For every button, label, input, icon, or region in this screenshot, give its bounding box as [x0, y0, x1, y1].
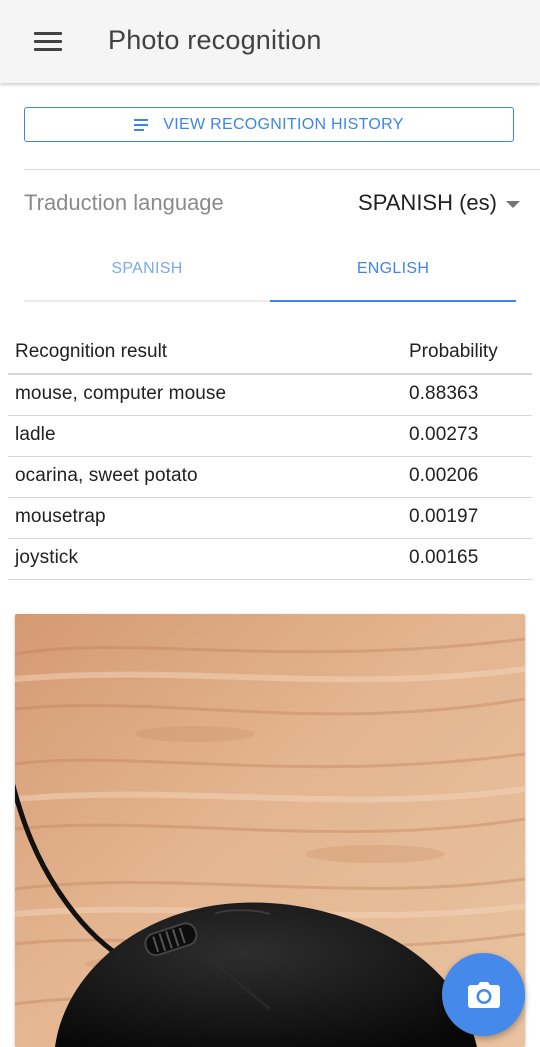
- result-label: ladle: [15, 424, 56, 445]
- table-row: mousetrap 0.00197: [8, 498, 532, 539]
- result-probability: 0.00165: [409, 547, 479, 568]
- recognition-results-table: Recognition result Probability mouse, co…: [8, 332, 532, 580]
- table-header: Recognition result Probability: [8, 332, 532, 375]
- header-recognition-result: Recognition result: [15, 341, 168, 362]
- result-label: joystick: [15, 547, 79, 568]
- table-row: ladle 0.00273: [8, 416, 532, 457]
- language-label: Traduction language: [24, 190, 224, 215]
- header-probability: Probability: [409, 341, 498, 362]
- camera-icon: [467, 981, 500, 1008]
- app-bar: Photo recognition: [0, 0, 540, 83]
- divider: [24, 169, 540, 170]
- view-history-button[interactable]: VIEW RECOGNITION HISTORY: [24, 107, 514, 142]
- page-title: Photo recognition: [108, 25, 322, 55]
- list-icon: [134, 118, 149, 131]
- active-tab-indicator: [270, 300, 516, 302]
- result-probability: 0.00273: [409, 424, 479, 445]
- language-dropdown[interactable]: SPANISH (es): [358, 190, 520, 216]
- result-probability: 0.88363: [409, 383, 479, 404]
- result-probability: 0.00197: [409, 506, 479, 527]
- language-tabs: SPANISH ENGLISH: [24, 246, 516, 302]
- result-label: mousetrap: [15, 506, 106, 527]
- table-row: joystick 0.00165: [8, 539, 532, 580]
- table-row: mouse, computer mouse 0.88363: [8, 375, 532, 416]
- view-history-label: VIEW RECOGNITION HISTORY: [163, 115, 404, 133]
- hamburger-menu-icon[interactable]: [34, 32, 62, 52]
- result-probability: 0.00206: [409, 465, 479, 486]
- result-label: ocarina, sweet potato: [15, 465, 198, 486]
- language-selected-value: SPANISH (es): [358, 190, 497, 215]
- tab-english[interactable]: ENGLISH: [270, 246, 516, 292]
- result-label: mouse, computer mouse: [15, 383, 227, 404]
- camera-button[interactable]: [442, 953, 525, 1036]
- caret-down-icon: [506, 200, 520, 208]
- tab-spanish[interactable]: SPANISH: [24, 246, 270, 292]
- table-row: ocarina, sweet potato 0.00206: [8, 457, 532, 498]
